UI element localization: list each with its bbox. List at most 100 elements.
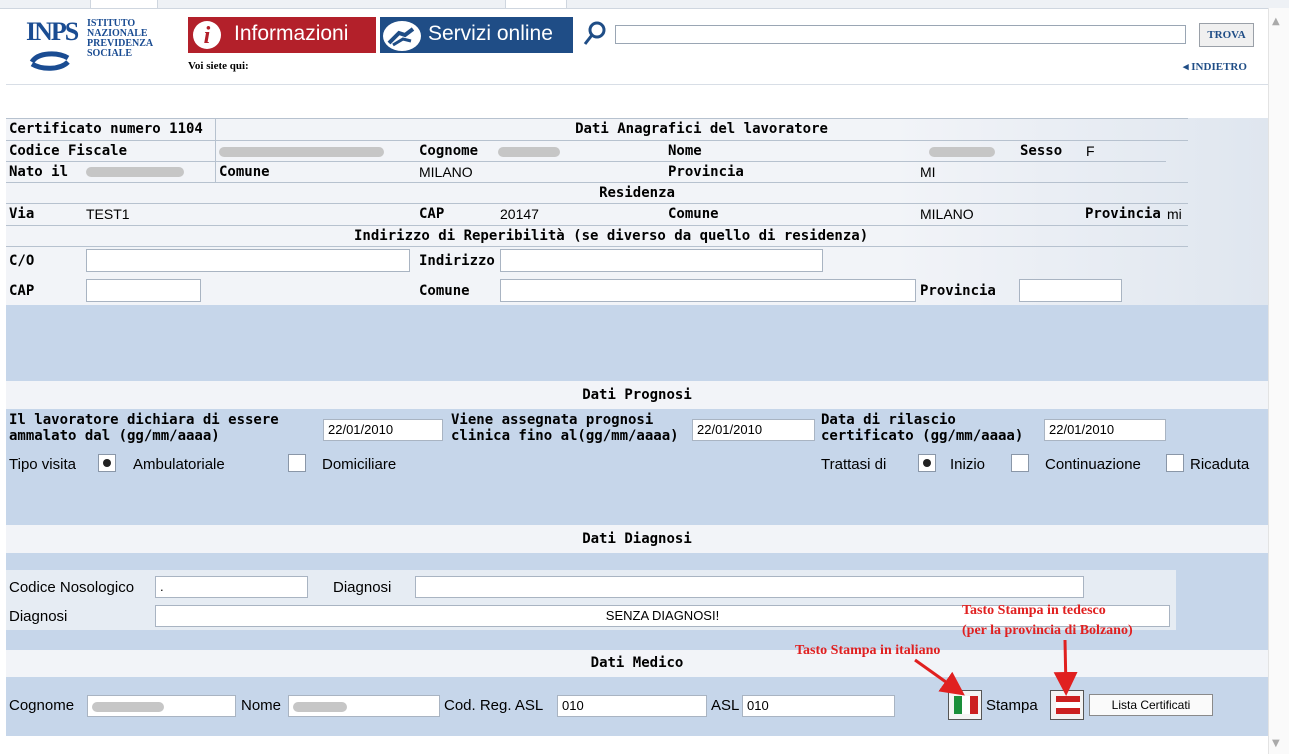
grid-line xyxy=(6,140,1188,141)
print-german-button[interactable] xyxy=(1050,690,1084,720)
stampa-label: Stampa xyxy=(986,697,1038,714)
rilascio-label: Data di rilascio certificato (gg/mm/aaaa… xyxy=(821,412,1024,444)
asl-input[interactable]: 010 xyxy=(742,695,895,717)
comune-residenza-label: Comune xyxy=(668,206,719,222)
medico-nome-input[interactable] xyxy=(288,695,440,717)
annotation-tedesco-line1: Tasto Stampa in tedesco xyxy=(962,603,1106,618)
grid-line xyxy=(6,246,1188,247)
trattasi-label: Trattasi di xyxy=(821,456,887,473)
dichiara-label: Il lavoratore dichiara di essere ammalat… xyxy=(9,412,279,444)
breadcrumb: Voi siete qui: xyxy=(188,60,249,72)
codice-fiscale-label: Codice Fiscale xyxy=(9,143,128,159)
via-value: TEST1 xyxy=(86,206,130,222)
inps-logo-swirl-icon xyxy=(29,51,70,71)
inps-logo[interactable]: INPS xyxy=(26,17,79,76)
ambulatoriale-label: Ambulatoriale xyxy=(133,456,225,473)
inps-logo-text: INPS xyxy=(26,17,79,46)
radio-dot xyxy=(103,459,111,467)
info-icon: i xyxy=(193,21,221,49)
grid-line xyxy=(6,225,1188,226)
top-strip-tab xyxy=(505,0,567,9)
scroll-up-icon[interactable]: ▲ xyxy=(1272,16,1280,27)
grid-line xyxy=(6,182,1188,183)
top-strip-tab xyxy=(90,0,158,9)
nome-value xyxy=(929,147,995,157)
provincia-residenza-label: Provincia xyxy=(1085,206,1161,222)
cognome-value xyxy=(498,147,560,157)
sesso-value: F xyxy=(1086,143,1095,159)
codreg-input[interactable]: 010 xyxy=(557,695,707,717)
diagnosi-title: Dati Diagnosi xyxy=(582,531,692,547)
annotation-tedesco-line2: (per la provincia di Bolzano) xyxy=(962,623,1133,638)
cap-reperibilita-label: CAP xyxy=(9,283,35,299)
co-label: C/O xyxy=(9,253,35,269)
comune-reperibilita-label: Comune xyxy=(419,283,470,299)
radio-dot xyxy=(1171,459,1179,467)
codice-nosologico-label: Codice Nosologico xyxy=(9,579,135,596)
medico-cognome-label: Cognome xyxy=(9,697,75,714)
cap-reperibilita-input[interactable] xyxy=(86,279,201,302)
comune-nascita-label: Comune xyxy=(219,164,270,180)
codice-nosologico-input[interactable]: . xyxy=(155,576,308,598)
radio-continuazione[interactable] xyxy=(1011,454,1029,472)
comune-reperibilita-input[interactable] xyxy=(500,279,916,302)
medico-nome-label: Nome xyxy=(241,697,282,714)
scroll-down-icon[interactable]: ▼ xyxy=(1272,738,1280,749)
tab-servizi-online[interactable]: Servizi online xyxy=(380,17,573,53)
radio-ambulatoriale[interactable] xyxy=(98,454,116,472)
co-input[interactable] xyxy=(86,249,410,272)
tab-informazioni[interactable]: i Informazioni xyxy=(188,17,376,53)
radio-inizio[interactable] xyxy=(918,454,936,472)
medico-title: Dati Medico xyxy=(590,655,684,671)
diagnosi-label: Diagnosi xyxy=(333,579,392,596)
radio-domiciliare[interactable] xyxy=(288,454,306,472)
inizio-label: Inizio xyxy=(950,456,986,473)
assegnata-date-input[interactable]: 22/01/2010 xyxy=(692,419,815,441)
italian-flag-icon xyxy=(954,696,978,714)
indirizzo-label: Indirizzo xyxy=(419,253,495,269)
cert-number: Certificato numero 1104 xyxy=(9,121,203,137)
grid-line xyxy=(6,203,1188,204)
assegnata-label: Viene assegnata prognosi clinica fino al… xyxy=(451,412,679,444)
medico-cognome-input[interactable] xyxy=(87,695,236,717)
header-separator xyxy=(6,84,1268,85)
back-link[interactable]: ◂ INDIETRO xyxy=(1183,60,1247,73)
grid-line xyxy=(6,161,1166,162)
anagrafica-title: Dati Anagrafici del lavoratore xyxy=(575,121,828,137)
nome-label: Nome xyxy=(668,143,702,159)
dichiara-date-input[interactable]: 22/01/2010 xyxy=(323,419,443,441)
codreg-label: Cod. Reg. ASL xyxy=(444,697,544,714)
hands-icon xyxy=(383,21,421,51)
via-label: Via xyxy=(9,206,35,222)
scrollbar[interactable]: ▲ ▼ xyxy=(1268,8,1289,754)
radio-dot xyxy=(1016,459,1024,467)
residenza-title: Residenza xyxy=(599,185,675,201)
print-italian-button[interactable] xyxy=(948,690,982,720)
top-strip xyxy=(0,0,1289,9)
lista-certificati-button[interactable]: Lista Certificati xyxy=(1089,694,1213,716)
provincia-nascita-value: MI xyxy=(920,164,936,180)
radio-dot xyxy=(293,459,301,467)
indirizzo-input[interactable] xyxy=(500,249,823,272)
annotation-italiano: Tasto Stampa in italiano xyxy=(795,643,941,658)
radio-dot xyxy=(923,459,931,467)
org-name: ISTITUTO NAZIONALE PREVIDENZA SOCIALE xyxy=(87,19,153,59)
search-input[interactable] xyxy=(615,25,1186,44)
search-icon[interactable] xyxy=(582,20,608,48)
diagnosi-input[interactable] xyxy=(415,576,1084,598)
flag-stripe xyxy=(954,696,962,714)
medico-nome-value xyxy=(293,702,347,712)
codice-fiscale-value xyxy=(219,147,384,157)
rilascio-date-input[interactable]: 22/01/2010 xyxy=(1044,419,1166,441)
grid-line xyxy=(6,118,1188,119)
comune-nascita-value: MILANO xyxy=(419,164,473,180)
radio-ricaduta[interactable] xyxy=(1166,454,1184,472)
domiciliare-label: Domiciliare xyxy=(322,456,397,473)
provincia-reperibilita-input[interactable] xyxy=(1019,279,1122,302)
search-button[interactable]: TROVA xyxy=(1199,23,1254,47)
sesso-label: Sesso xyxy=(1020,143,1063,159)
flag-stripe xyxy=(1056,708,1080,714)
tab-informazioni-label: Informazioni xyxy=(234,22,349,45)
cap-residenza-value: 20147 xyxy=(500,206,539,222)
flag-stripe xyxy=(962,696,970,714)
